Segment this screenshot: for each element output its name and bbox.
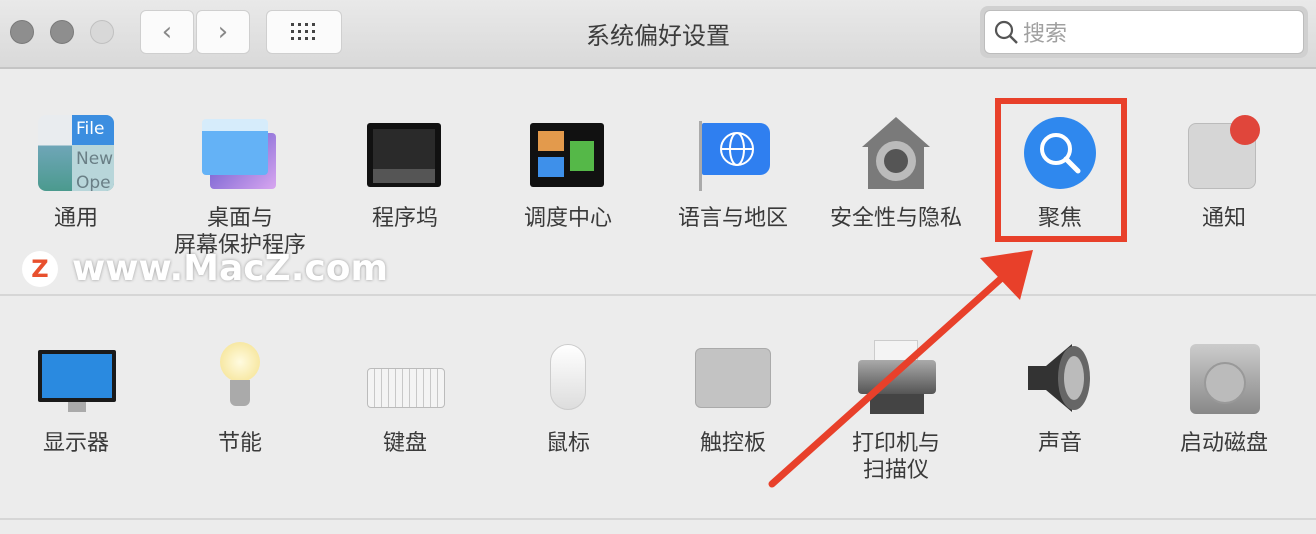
annotation-arrow [768, 250, 1033, 488]
